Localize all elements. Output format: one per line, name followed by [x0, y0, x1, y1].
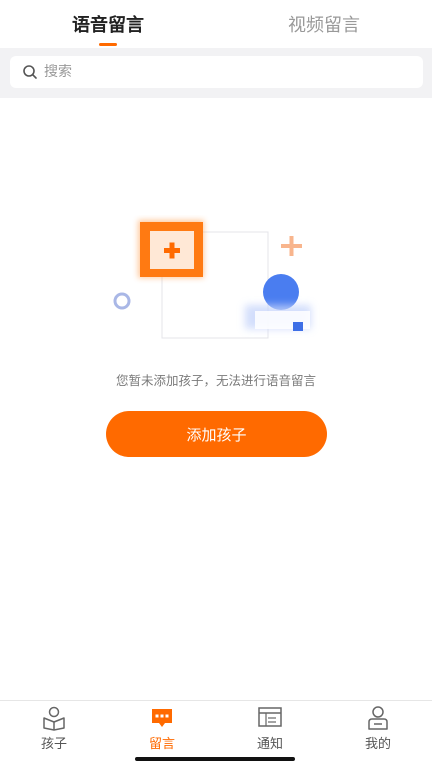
- notice-board-icon: [258, 707, 282, 727]
- nav-label-notice: 通知: [256, 737, 283, 752]
- search-input[interactable]: [44, 64, 404, 80]
- add-child-illustration: [113, 220, 311, 339]
- profile-icon: [368, 706, 388, 730]
- nav-label-message: 留言: [148, 737, 175, 752]
- add-child-button[interactable]: 添加孩子: [106, 411, 327, 457]
- nav-label-child: 孩子: [40, 737, 67, 752]
- nav-item-notice[interactable]: 通知: [216, 705, 324, 755]
- search-box[interactable]: [10, 56, 423, 88]
- home-indicator: [135, 757, 295, 761]
- search-bar-container: [0, 48, 432, 98]
- nav-item-message[interactable]: 留言: [108, 705, 216, 755]
- nav-item-mine[interactable]: 我的: [324, 705, 432, 755]
- tab-active-indicator: [99, 43, 117, 46]
- tab-voice-message[interactable]: 语音留言: [0, 0, 216, 48]
- tab-video-message[interactable]: 视频留言: [216, 0, 432, 48]
- message-bubble-icon: [152, 709, 172, 727]
- empty-state-message: 您暂未添加孩子，无法进行语音留言: [115, 373, 316, 388]
- nav-label-mine: 我的: [364, 737, 391, 752]
- child-reading-icon: [43, 706, 65, 731]
- nav-item-child[interactable]: 孩子: [0, 705, 108, 755]
- search-icon: [23, 65, 37, 79]
- top-tab-bar: 语音留言 视频留言: [0, 0, 432, 48]
